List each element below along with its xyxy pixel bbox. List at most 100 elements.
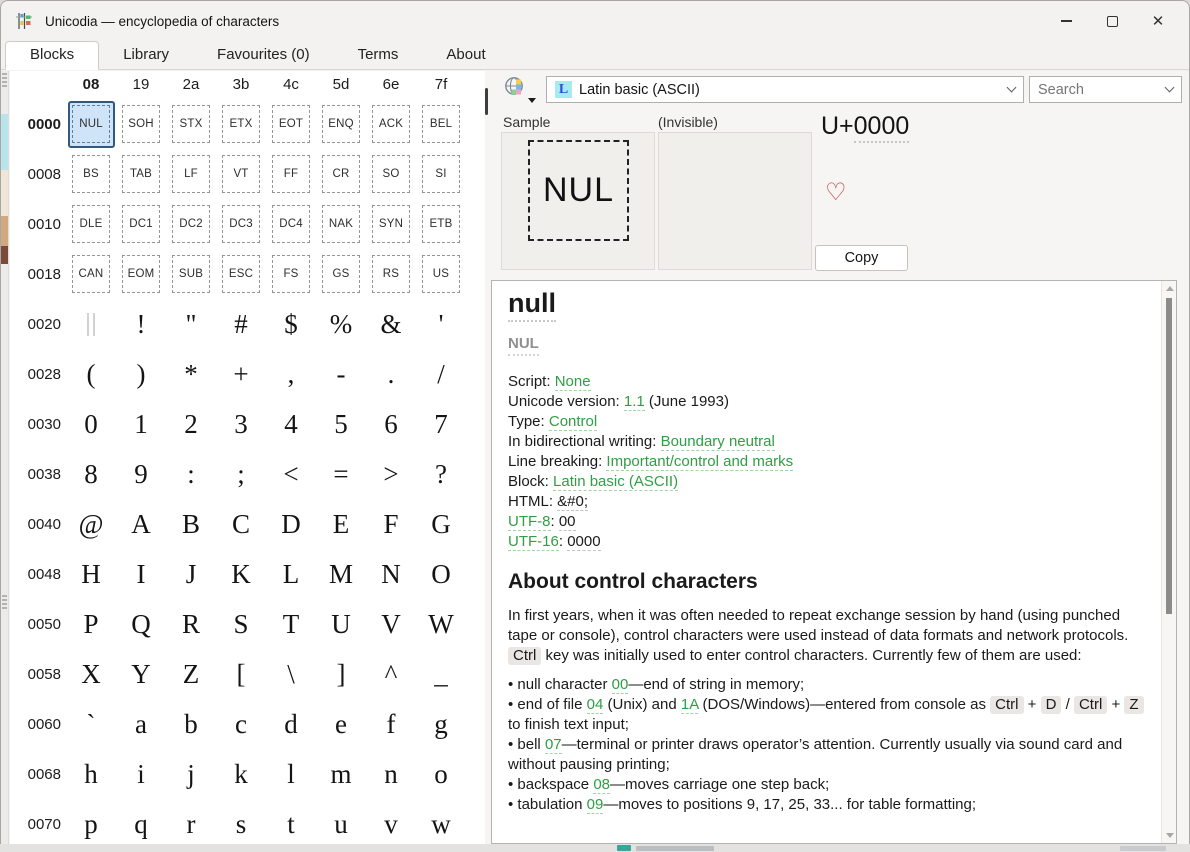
grid-cell[interactable]: ^ [366, 649, 416, 699]
grid-cell[interactable]: ENQ [316, 99, 366, 149]
grid-cell[interactable]: LF [166, 149, 216, 199]
grid-cell[interactable]: o [416, 749, 466, 799]
grid-cell[interactable]: i [116, 749, 166, 799]
grid-cell[interactable]: FF [266, 149, 316, 199]
splitter-handle[interactable] [485, 88, 488, 115]
grid-cell[interactable]: V [366, 599, 416, 649]
grid-cell[interactable]: 6 [366, 399, 416, 449]
grid-cell[interactable]: = [316, 449, 366, 499]
grid-cell[interactable]: 1 [116, 399, 166, 449]
green-link[interactable]: 00 [612, 676, 629, 694]
grid-cell-selected[interactable]: NUL [66, 99, 116, 149]
grid-cell[interactable]: DC2 [166, 199, 216, 249]
grid-cell[interactable]: u [316, 799, 366, 845]
grid-cell[interactable]: a [116, 699, 166, 749]
grid-cell[interactable]: 0 [66, 399, 116, 449]
blocks-menu-button[interactable] [503, 75, 539, 105]
grid-cell[interactable]: SOH [116, 99, 166, 149]
grid-cell[interactable]: ` [66, 699, 116, 749]
grid-cell[interactable]: W [416, 599, 466, 649]
green-link[interactable]: 08 [593, 776, 610, 794]
grid-cell[interactable]: g [416, 699, 466, 749]
grid-cell[interactable]: & [366, 299, 416, 349]
grid-cell[interactable]: 4 [266, 399, 316, 449]
character-alias-link[interactable]: NUL [508, 334, 539, 356]
grid-cell[interactable]: p [66, 799, 116, 845]
tab-about[interactable]: About [422, 42, 509, 69]
grid-cell[interactable]: FS [266, 249, 316, 299]
grid-cell[interactable]: US [416, 249, 466, 299]
copy-button[interactable]: Copy [815, 245, 908, 271]
grid-cell[interactable]: ) [116, 349, 166, 399]
grid-cell[interactable]: K [216, 549, 266, 599]
code-link[interactable]: 00 [559, 513, 576, 531]
maximize-button[interactable] [1089, 1, 1135, 41]
grid-cell[interactable]: + [216, 349, 266, 399]
grid-cell[interactable]: # [216, 299, 266, 349]
grid-cell[interactable]: L [266, 549, 316, 599]
grid-cell[interactable]: SYN [366, 199, 416, 249]
info-scrollbar[interactable] [1161, 281, 1176, 843]
grid-cell[interactable]: @ [66, 499, 116, 549]
block-minimap-scrollbar[interactable] [1, 71, 9, 845]
green-link[interactable]: 1A [681, 696, 699, 714]
grid-cell[interactable]: SUB [166, 249, 216, 299]
grid-cell[interactable]: 9 [116, 449, 166, 499]
grid-cell[interactable]: SO [366, 149, 416, 199]
grid-cell[interactable]: $ [266, 299, 316, 349]
grid-cell[interactable]: n [366, 749, 416, 799]
green-link[interactable]: Boundary neutral [661, 433, 775, 451]
grid-cell[interactable]: q [116, 799, 166, 845]
grid-cell[interactable]: \ [266, 649, 316, 699]
grid-cell[interactable]: ( [66, 349, 116, 399]
grid-cell[interactable]: ACK [366, 99, 416, 149]
minimap-grip-bottom[interactable] [2, 595, 7, 609]
grid-cell[interactable]: A [116, 499, 166, 549]
grid-cell[interactable]: M [316, 549, 366, 599]
grid-cell[interactable]: < [266, 449, 316, 499]
grid-cell[interactable]: U [316, 599, 366, 649]
grid-cell[interactable]: v [366, 799, 416, 845]
grid-cell[interactable]: t [266, 799, 316, 845]
grid-cell[interactable]: H [66, 549, 116, 599]
grid-cell[interactable]: ] [316, 649, 366, 699]
grid-cell[interactable]: / [416, 349, 466, 399]
green-link[interactable]: 1.1 [624, 393, 645, 411]
green-link[interactable]: Latin basic (ASCII) [553, 473, 678, 491]
close-button[interactable]: ✕ [1135, 1, 1181, 41]
grid-cell[interactable]: [ [216, 649, 266, 699]
grid-cell[interactable]: J [166, 549, 216, 599]
grid-cell[interactable]: 2 [166, 399, 216, 449]
grid-cell[interactable]: E [316, 499, 366, 549]
grid-cell[interactable]: RS [366, 249, 416, 299]
grid-cell[interactable]: d [266, 699, 316, 749]
grid-cell[interactable]: f [366, 699, 416, 749]
green-link[interactable]: Control [549, 413, 597, 431]
grid-cell[interactable] [66, 299, 116, 349]
grid-cell[interactable]: l [266, 749, 316, 799]
green-link[interactable]: 09 [587, 796, 604, 814]
minimap-grip-top[interactable] [2, 73, 7, 87]
grid-cell[interactable]: b [166, 699, 216, 749]
grid-cell[interactable]: ? [416, 449, 466, 499]
favourite-heart-icon[interactable]: ♡ [825, 181, 847, 205]
grid-cell[interactable]: CAN [66, 249, 116, 299]
grid-cell[interactable]: s [216, 799, 266, 845]
tab-library[interactable]: Library [99, 42, 193, 69]
grid-cell[interactable]: w [416, 799, 466, 845]
green-link[interactable]: Important/control and marks [606, 453, 793, 471]
grid-cell[interactable]: ESC [216, 249, 266, 299]
grid-cell[interactable]: - [316, 349, 366, 399]
grid-cell[interactable]: VT [216, 149, 266, 199]
grid-cell[interactable]: DLE [66, 199, 116, 249]
grid-cell[interactable]: ETX [216, 99, 266, 149]
grid-cell[interactable]: DC3 [216, 199, 266, 249]
scroll-up-icon[interactable] [1166, 286, 1174, 291]
green-link[interactable]: 07 [545, 736, 562, 754]
green-link[interactable]: UTF-16 [508, 533, 559, 551]
grid-cell[interactable]: . [366, 349, 416, 399]
grid-cell[interactable]: EOM [116, 249, 166, 299]
code-link[interactable]: &#0; [557, 493, 588, 511]
grid-cell[interactable]: G [416, 499, 466, 549]
grid-cell[interactable]: c [216, 699, 266, 749]
